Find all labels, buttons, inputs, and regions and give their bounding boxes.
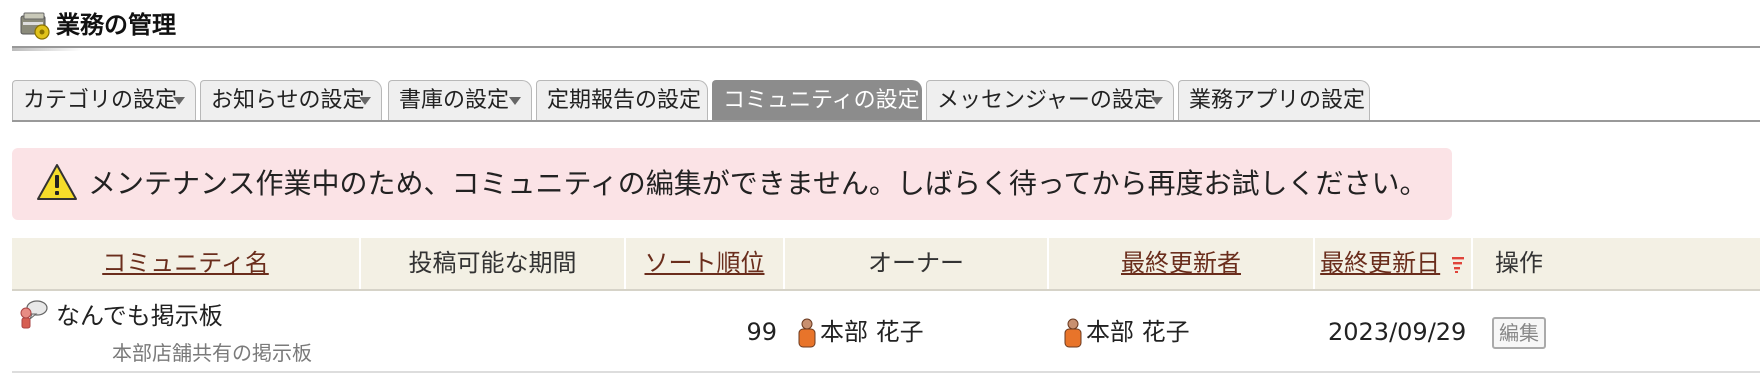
column-header-actions: 操作: [1473, 238, 1760, 289]
header-divider-accent: [12, 48, 82, 51]
community-description: 本部店舗共有の掲示板: [112, 341, 312, 365]
tab-label: お知らせの設定: [211, 88, 365, 113]
tab-notice-settings[interactable]: お知らせの設定: [200, 80, 382, 120]
sort-by-name-link[interactable]: コミュニティ名: [102, 249, 269, 277]
sort-by-date-link[interactable]: 最終更新日: [1320, 249, 1440, 277]
owner-name: 本部 花子: [820, 318, 924, 346]
tab-label: カテゴリの設定: [23, 88, 178, 113]
tab-messenger-settings[interactable]: メッセンジャーの設定: [926, 80, 1174, 120]
chevron-down-icon: [359, 97, 371, 105]
actions-header-label: 操作: [1495, 249, 1543, 277]
person-icon: [798, 318, 816, 348]
column-header-last-updater: 最終更新者: [1049, 238, 1315, 289]
settings-tabs: カテゴリの設定 お知らせの設定 書庫の設定 定期報告の設定 コミュニティの設定 …: [12, 78, 1760, 122]
page-header: 業務の管理: [12, 0, 1760, 51]
sort-descending-icon: [1451, 257, 1464, 273]
business-manager-icon: [20, 12, 50, 40]
tab-community-settings[interactable]: コミュニティの設定: [712, 80, 922, 120]
sort-by-updater-link[interactable]: 最終更新者: [1121, 249, 1241, 277]
sort-order-value: 99: [746, 318, 777, 346]
community-table: コミュニティ名 投稿可能な期間 ソート順位 オーナー 最終更新者 最終更新日 操…: [12, 238, 1760, 374]
tab-label: 書庫の設定: [399, 88, 510, 113]
edit-button[interactable]: 編集: [1492, 317, 1546, 349]
tab-category-settings[interactable]: カテゴリの設定: [12, 80, 196, 120]
tab-periodic-report-settings[interactable]: 定期報告の設定: [536, 80, 708, 120]
column-header-owner: オーナー: [785, 238, 1049, 289]
table-row: なんでも掲示板 本部店舗共有の掲示板 99 本部 花子 本部 花子 2023/0…: [12, 291, 1760, 373]
chevron-down-icon: [509, 97, 521, 105]
row-divider: [12, 371, 1760, 373]
owner-header-label: オーナー: [868, 249, 964, 277]
chevron-down-icon: [173, 97, 185, 105]
community-name[interactable]: なんでも掲示板: [56, 299, 223, 333]
column-header-name: コミュニティ名: [12, 238, 361, 289]
period-header-label: 投稿可能な期間: [408, 249, 577, 277]
last-updated-date: 2023/09/29: [1328, 318, 1467, 346]
tab-label: 業務アプリの設定: [1189, 88, 1366, 113]
maintenance-alert: メンテナンス作業中のため、コミュニティの編集ができません。しばらく待ってから再度…: [12, 148, 1452, 220]
sort-by-order-link[interactable]: ソート順位: [645, 249, 765, 277]
column-header-sort-order: ソート順位: [626, 238, 785, 289]
person-icon: [1064, 318, 1082, 348]
page-title: 業務の管理: [56, 11, 176, 39]
table-header: コミュニティ名 投稿可能な期間 ソート順位 オーナー 最終更新者 最終更新日 操…: [12, 238, 1760, 291]
community-chat-icon: [20, 300, 48, 329]
alert-message: メンテナンス作業中のため、コミュニティの編集ができません。しばらく待ってから再度…: [88, 167, 1428, 200]
warning-icon: [37, 164, 77, 200]
tab-label: 定期報告の設定: [547, 88, 702, 113]
chevron-down-icon: [1151, 97, 1163, 105]
tab-label: メッセンジャーの設定: [937, 88, 1156, 113]
tab-library-settings[interactable]: 書庫の設定: [388, 80, 532, 120]
header-divider: [12, 46, 1760, 48]
tab-business-app-settings[interactable]: 業務アプリの設定: [1178, 80, 1370, 120]
column-header-last-updated: 最終更新日: [1315, 238, 1473, 289]
tabs-baseline: [12, 120, 1760, 122]
column-header-period: 投稿可能な期間: [361, 238, 626, 289]
tab-label: コミュニティの設定: [723, 88, 920, 113]
last-updater-name: 本部 花子: [1086, 318, 1190, 346]
